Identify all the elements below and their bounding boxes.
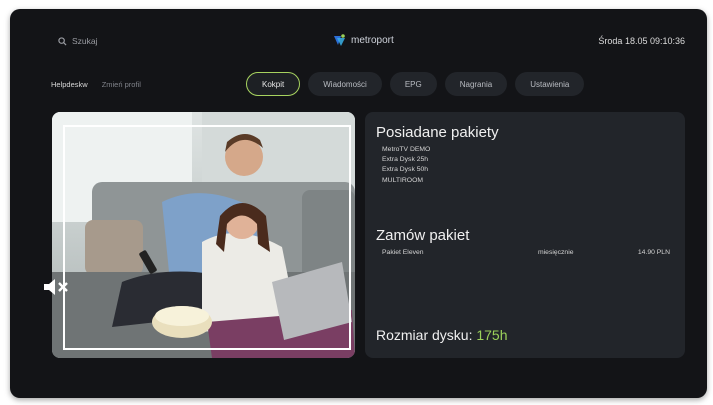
owned-packages-title: Posiadane pakiety bbox=[376, 124, 499, 141]
tab-ustawienia[interactable]: Ustawienia bbox=[515, 72, 585, 96]
brand-logo: metroport bbox=[332, 33, 394, 48]
disk-size-value: 175h bbox=[476, 327, 508, 343]
search-button[interactable]: Szukaj bbox=[58, 36, 98, 46]
tab-kokpit[interactable]: Kokpit bbox=[246, 72, 301, 96]
clock: Środa 18.05 09:10:36 bbox=[598, 36, 685, 46]
metroport-logo-icon bbox=[334, 34, 345, 46]
tab-wiadomosci[interactable]: Wiadomości bbox=[308, 72, 382, 96]
owned-packages-list: MetroTV DEMO Extra Dysk 25h Extra Dysk 5… bbox=[382, 145, 430, 186]
mute-icon bbox=[44, 279, 68, 295]
change-profile-link[interactable]: Zmień profil bbox=[102, 80, 141, 89]
profile-nav: Helpdeskw Zmień profil bbox=[51, 80, 141, 89]
main-tabs: Kokpit Wiadomości EPG Nagrania Ustawieni… bbox=[246, 72, 585, 96]
packages-panel: Posiadane pakiety MetroTV DEMO Extra Dys… bbox=[365, 112, 685, 358]
package-period: miesięcznie bbox=[538, 249, 574, 256]
list-item: MetroTV DEMO bbox=[382, 146, 431, 153]
focus-frame bbox=[63, 125, 351, 350]
list-item: Extra Dysk 50h bbox=[382, 166, 429, 174]
disk-size: Rozmiar dysku: 175h bbox=[376, 327, 508, 343]
search-label: Szukaj bbox=[72, 36, 98, 46]
search-icon bbox=[58, 36, 67, 46]
logo-text: metroport bbox=[351, 35, 394, 46]
list-item: MULTIROOM bbox=[382, 176, 424, 184]
app-window: Szukaj metroport Środa 18.05 09:10:36 He… bbox=[10, 9, 707, 398]
helpdesk-link[interactable]: Helpdeskw bbox=[51, 80, 88, 89]
order-package-title: Zamów pakiet bbox=[376, 227, 470, 244]
list-item: Extra Dysk 25h bbox=[382, 156, 429, 164]
package-name: Pakiet Eleven bbox=[382, 249, 424, 256]
mute-toggle[interactable] bbox=[39, 275, 75, 299]
package-price: 14.90 PLN bbox=[637, 249, 670, 256]
tab-epg[interactable]: EPG bbox=[389, 72, 437, 96]
disk-size-label: Rozmiar dysku: bbox=[376, 327, 473, 343]
order-package-row[interactable]: Pakiet Eleven miesięcznie 14.90 PLN bbox=[382, 249, 670, 256]
video-preview[interactable] bbox=[52, 112, 355, 358]
tab-nagrania[interactable]: Nagrania bbox=[444, 72, 508, 96]
